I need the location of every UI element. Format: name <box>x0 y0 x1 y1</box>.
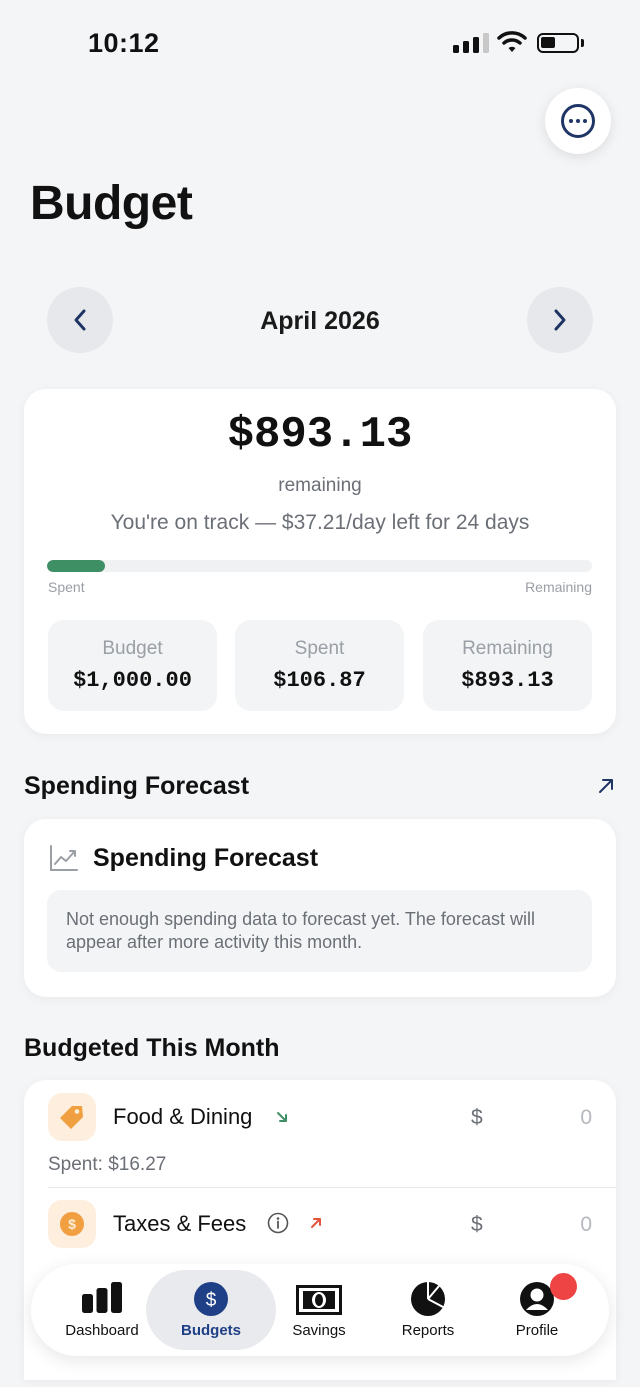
spent-stat: Spent $106.87 <box>235 620 404 711</box>
tab-label: Reports <box>401 1322 455 1339</box>
stat-label: Remaining <box>462 638 553 659</box>
stat-value: $893.13 <box>461 668 554 693</box>
currency-symbol: $ <box>471 1106 483 1129</box>
budgeted-section-title: Budgeted This Month <box>24 1034 280 1062</box>
trend-down-icon <box>277 1112 287 1122</box>
trend-chart-icon <box>50 845 78 871</box>
budget-amount-input[interactable]: 0 <box>552 1213 592 1237</box>
svg-text:$: $ <box>68 1216 76 1232</box>
forecast-card-title: Spending Forecast <box>93 844 319 872</box>
more-options-button[interactable] <box>545 88 611 154</box>
status-bar: 10:12 <box>0 0 640 88</box>
expand-arrow-icon[interactable] <box>596 776 616 796</box>
battery-icon <box>537 33 579 53</box>
svg-text:$: $ <box>206 1290 217 1311</box>
tab-bar: Dashboard $ Budgets Savings Reports Prof… <box>31 1264 609 1356</box>
tab-dashboard[interactable]: Dashboard <box>43 1264 161 1356</box>
bar-chart-icon <box>82 1282 122 1313</box>
forecast-section-title: Spending Forecast <box>24 772 250 800</box>
cellular-signal-icon <box>453 33 489 53</box>
banknote-icon <box>296 1285 342 1315</box>
progress-fill <box>47 560 106 572</box>
budget-amount-input[interactable]: 0 <box>552 1106 592 1130</box>
tab-label: Dashboard <box>65 1322 139 1339</box>
tab-profile[interactable]: Profile <box>481 1264 593 1356</box>
chevron-right-icon <box>554 309 566 331</box>
on-track-message: You're on track — $37.21/day left for 24… <box>110 511 530 534</box>
tag-icon <box>48 1093 96 1141</box>
category-name[interactable]: Taxes & Fees <box>113 1211 246 1237</box>
pie-chart-icon <box>411 1282 445 1316</box>
trend-up-icon <box>311 1218 321 1228</box>
remaining-stat: Remaining $893.13 <box>423 620 592 711</box>
row-divider <box>48 1187 616 1188</box>
tab-label: Budgets <box>181 1322 241 1339</box>
currency-symbol: $ <box>471 1213 483 1236</box>
info-icon[interactable] <box>267 1212 289 1234</box>
stat-label: Spent <box>294 638 345 659</box>
progress-spent-label: Spent <box>48 579 85 595</box>
wifi-icon <box>497 31 527 52</box>
stat-value: $106.87 <box>273 668 366 693</box>
budget-progress-bar <box>47 560 592 572</box>
remaining-caption: remaining <box>278 475 362 496</box>
next-month-button[interactable] <box>527 287 593 353</box>
tab-savings[interactable]: Savings <box>261 1264 377 1356</box>
category-name[interactable]: Food & Dining <box>113 1104 252 1130</box>
forecast-empty-note: Not enough spending data to forecast yet… <box>47 890 592 972</box>
progress-remaining-label: Remaining <box>525 579 592 595</box>
tab-label: Savings <box>292 1322 346 1339</box>
month-navigator: April 2026 <box>47 287 593 353</box>
notification-badge <box>550 1273 577 1300</box>
status-time: 10:12 <box>88 28 160 58</box>
stat-label: Budget <box>102 638 163 659</box>
ellipsis-icon <box>561 104 595 138</box>
tab-label: Profile <box>515 1322 559 1339</box>
remaining-amount: $893.13 <box>227 410 413 460</box>
dollar-coin-icon: $ <box>48 1200 96 1248</box>
category-spent: Spent: $16.27 <box>48 1154 167 1175</box>
stat-value: $1,000.00 <box>73 668 192 693</box>
month-label: April 2026 <box>260 307 380 335</box>
page-title: Budget <box>30 177 193 230</box>
budget-stat: Budget $1,000.00 <box>48 620 217 711</box>
tab-reports[interactable]: Reports <box>371 1264 485 1356</box>
tab-budgets[interactable]: $ Budgets <box>151 1264 271 1356</box>
dollar-circle-icon: $ <box>194 1282 228 1316</box>
